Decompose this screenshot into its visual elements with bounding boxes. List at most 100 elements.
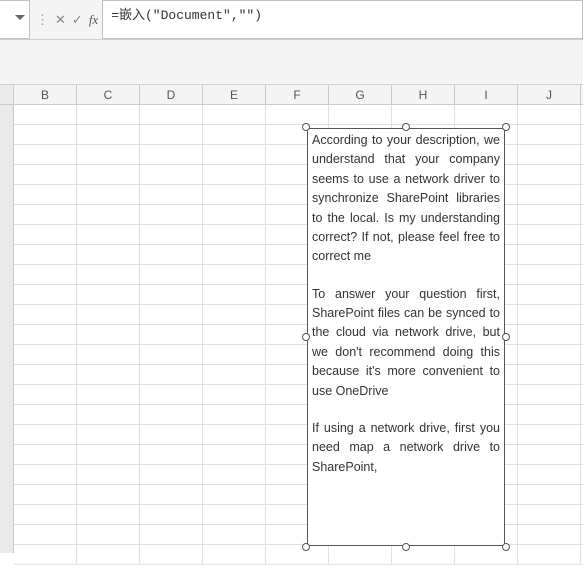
grid-cell[interactable] [518, 305, 581, 324]
grid-cell[interactable] [203, 165, 266, 184]
col-header[interactable]: F [266, 85, 329, 104]
grid-cell[interactable] [14, 325, 77, 344]
col-header[interactable]: J [518, 85, 581, 104]
grid-cell[interactable] [14, 165, 77, 184]
grid-cell[interactable] [266, 105, 329, 124]
grid-cell[interactable] [140, 265, 203, 284]
grid-cell[interactable] [203, 205, 266, 224]
grid-cell[interactable] [14, 105, 77, 124]
grid-cell[interactable] [518, 385, 581, 404]
grid-cell[interactable] [14, 365, 77, 384]
grid-cell[interactable] [77, 485, 140, 504]
grid-cell[interactable] [14, 285, 77, 304]
grid-cell[interactable] [455, 105, 518, 124]
grid-cell[interactable] [14, 245, 77, 264]
col-header[interactable]: D [140, 85, 203, 104]
grid-cell[interactable] [77, 285, 140, 304]
resize-handle-top-left[interactable] [302, 123, 310, 131]
grid-cell[interactable] [203, 445, 266, 464]
grid-cell[interactable] [203, 145, 266, 164]
resize-handle-top-center[interactable] [402, 123, 410, 131]
grid-cell[interactable] [77, 425, 140, 444]
col-header[interactable]: I [455, 85, 518, 104]
grid-cell[interactable] [77, 345, 140, 364]
grid-cell[interactable] [77, 525, 140, 544]
select-all-corner[interactable] [0, 85, 14, 104]
grid-cell[interactable] [518, 545, 581, 564]
grid-cell[interactable] [140, 305, 203, 324]
resize-handle-middle-right[interactable] [502, 333, 510, 341]
name-box[interactable] [0, 0, 30, 39]
grid-cell[interactable] [14, 345, 77, 364]
grid-cell[interactable] [203, 245, 266, 264]
col-header[interactable]: E [203, 85, 266, 104]
grid-cell[interactable] [203, 305, 266, 324]
col-header[interactable]: B [14, 85, 77, 104]
fx-label[interactable]: fx [89, 0, 102, 39]
cancel-icon[interactable]: ✕ [55, 12, 66, 28]
grid-cell[interactable] [140, 125, 203, 144]
grid-cell[interactable] [77, 545, 140, 564]
resize-handle-bottom-right[interactable] [502, 543, 510, 551]
grid-cell[interactable] [203, 505, 266, 524]
grid-cell[interactable] [140, 365, 203, 384]
grid-cell[interactable] [14, 205, 77, 224]
grid-cell[interactable] [77, 245, 140, 264]
grid-cell[interactable] [77, 205, 140, 224]
grid-cell[interactable] [77, 125, 140, 144]
grid-cell[interactable] [77, 365, 140, 384]
grid-cell[interactable] [77, 445, 140, 464]
grid-cell[interactable] [392, 105, 455, 124]
grid-cell[interactable] [14, 505, 77, 524]
grid-cell[interactable] [203, 225, 266, 244]
grid-cell[interactable] [140, 485, 203, 504]
grid-cell[interactable] [77, 465, 140, 484]
resize-handle-bottom-center[interactable] [402, 543, 410, 551]
grid-cell[interactable] [140, 285, 203, 304]
formula-input-wrap[interactable] [102, 0, 583, 39]
grid-cell[interactable] [203, 385, 266, 404]
grid-cell[interactable] [14, 485, 77, 504]
grid-cell[interactable] [140, 505, 203, 524]
grid-cell[interactable] [329, 545, 392, 564]
row-header-column[interactable] [0, 105, 14, 553]
resize-handle-middle-left[interactable] [302, 333, 310, 341]
grid-cell[interactable] [518, 165, 581, 184]
grid-cell[interactable] [203, 545, 266, 564]
grid-cell[interactable] [14, 185, 77, 204]
grid-cell[interactable] [14, 305, 77, 324]
grid-cell[interactable] [77, 185, 140, 204]
grid-cell[interactable] [77, 385, 140, 404]
grid-cell[interactable] [329, 105, 392, 124]
resize-handle-top-right[interactable] [502, 123, 510, 131]
grid-cell[interactable] [518, 125, 581, 144]
grid-cell[interactable] [203, 485, 266, 504]
col-header[interactable]: H [392, 85, 455, 104]
grid-cell[interactable] [518, 525, 581, 544]
grid-cell[interactable] [203, 325, 266, 344]
grid-cell[interactable] [140, 545, 203, 564]
grid-cell[interactable] [140, 245, 203, 264]
grid-cell[interactable] [140, 405, 203, 424]
accept-icon[interactable]: ✓ [72, 12, 83, 28]
grid-cell[interactable] [77, 325, 140, 344]
grid-cell[interactable] [518, 145, 581, 164]
resize-handle-bottom-left[interactable] [302, 543, 310, 551]
grid-cell[interactable] [140, 525, 203, 544]
grid-cell[interactable] [14, 525, 77, 544]
grid-cell[interactable] [140, 105, 203, 124]
grid-cell[interactable] [518, 245, 581, 264]
grid-cell[interactable] [203, 105, 266, 124]
grid-cell[interactable] [140, 325, 203, 344]
grid-cell[interactable] [14, 385, 77, 404]
col-header[interactable]: C [77, 85, 140, 104]
grid-cell[interactable] [77, 145, 140, 164]
grid-cell[interactable] [518, 285, 581, 304]
grid-cell[interactable] [14, 145, 77, 164]
grid-cell[interactable] [518, 225, 581, 244]
grid-cell[interactable] [14, 125, 77, 144]
grid-cell[interactable] [77, 165, 140, 184]
grid-cell[interactable] [77, 265, 140, 284]
grid-cell[interactable] [203, 525, 266, 544]
grid-cell[interactable] [140, 425, 203, 444]
